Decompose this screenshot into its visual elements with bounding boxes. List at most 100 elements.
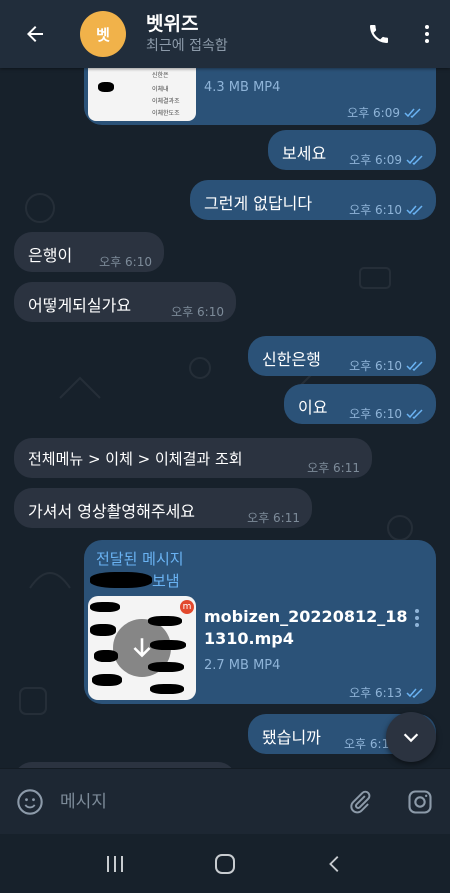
avatar-letter: 벳 [96,25,110,44]
app-logo-icon: m [180,600,194,614]
message-time: 오후 6:11 [307,459,360,476]
home-icon [215,853,235,874]
message-text: 이요 [298,398,328,417]
message-time: 오후 6:13 [349,684,424,701]
chevron-down-icon [403,733,419,743]
message-bubble-incoming[interactable]: 전체메뉴 > 이체 > 이체결과 조회 오후 6:11 [14,438,372,478]
system-back-button[interactable] [305,834,365,893]
redaction-mark [90,624,116,636]
recent-apps-icon [107,855,123,872]
message-bubble-incoming[interactable]: 은행이 오후 6:10 [14,232,164,272]
message-input-bar [0,768,450,834]
instagram-camera-icon [408,789,432,814]
redaction-mark [90,572,152,588]
thumb-label: 이체한도조 [152,110,180,117]
time-text: 오후 6:10 [349,203,402,217]
more-menu-button[interactable] [404,0,450,68]
message-bubble-incoming[interactable]: 어떻게되실가요 오후 6:10 [14,282,236,322]
download-button[interactable] [113,619,171,677]
chevron-left-icon [329,855,339,872]
scroll-down-button[interactable] [386,712,436,762]
video-thumbnail[interactable]: m [88,596,196,700]
time-text: 오후 6:1 [344,737,390,751]
camera-button[interactable] [390,769,450,835]
redaction-mark [90,602,120,612]
back-arrow-icon [27,26,43,42]
double-check-icon [406,204,423,215]
home-button[interactable] [195,834,255,893]
redaction-mark [92,674,122,686]
forwarded-from: 보냄 [152,572,180,590]
message-text: 어떻게되실가요 [28,296,132,315]
time-text: 오후 6:10 [99,255,152,269]
message-bubble-outgoing[interactable]: 보세요 오후 6:09 [268,130,436,170]
file-name: mobizen_20220812_18 1310.mp4 [204,606,407,650]
double-check-icon [404,107,421,118]
message-time: 오후 6:10 [99,253,152,270]
message-time: 오후 6:09 [349,151,424,168]
last-seen-status: 최근에 접속함 [146,38,228,54]
video-thumbnail[interactable]: 신한은 이체내 이체결과조 이체한도조 [88,68,196,121]
time-text: 오후 6:10 [349,407,402,421]
file-name-line: mobizen_20220812_18 [204,607,408,626]
message-text: 전체메뉴 > 이체 > 이체결과 조회 [28,450,243,468]
chat-title: 벳위즈 [146,13,199,35]
time-text: 오후 6:10 [171,305,224,319]
avatar[interactable]: 벳 [80,11,126,57]
double-check-icon [406,154,423,165]
message-list[interactable]: 신한은 이체내 이체결과조 이체한도조 4.3 MB MP4 오후 6:09 보… [0,68,450,768]
message-text: 그런게 없답니다 [204,194,313,213]
message-time: 오후 6:09 [347,104,422,121]
file-name-line: 1310.mp4 [204,629,294,648]
smiley-icon [17,788,43,815]
back-button[interactable] [0,0,70,68]
message-time: 오후 6:10 [349,405,424,422]
message-input[interactable] [60,791,330,812]
file-size: 4.3 MB MP4 [204,80,281,95]
message-text: 신한은행 [262,350,321,369]
message-bubble-forwarded-file[interactable]: 전달된 메시지 보냄 m mobizen_20220812_18 1310.mp… [84,540,436,704]
message-bubble-outgoing[interactable]: 신한은행 오후 6:10 [248,336,436,376]
message-text: 보세요 [282,144,327,163]
time-text: 오후 6:11 [247,511,300,525]
message-time: 오후 6:10 [349,357,424,374]
message-time: 오후 6:1 [344,735,389,752]
message-time: 오후 6:10 [171,303,224,320]
file-size: 2.7 MB MP4 [204,658,281,673]
double-check-icon [406,360,423,371]
chat-title-block[interactable]: 벳위즈 최근에 접속함 [146,12,354,56]
more-vertical-icon [425,25,429,43]
message-bubble-outgoing[interactable]: 그런게 없답니다 오후 6:10 [190,180,436,220]
attach-button[interactable] [330,769,390,835]
system-navigation-bar [0,834,450,893]
message-text: 됐습니까 [262,728,321,747]
thumb-label: 신한은 [152,72,169,79]
message-text: 가셔서 영상촬영해주세요 [28,502,196,521]
redaction-mark [98,82,114,92]
message-bubble-file[interactable]: 신한은 이체내 이체결과조 이체한도조 4.3 MB MP4 오후 6:09 [84,68,436,125]
time-text: 오후 6:10 [349,359,402,373]
phone-icon [370,25,388,43]
time-text: 오후 6:09 [347,106,400,120]
time-text: 오후 6:09 [349,153,402,167]
paperclip-icon [350,790,371,813]
message-bubble-incoming[interactable]: 가셔서 영상촬영해주세요 오후 6:11 [14,488,312,528]
message-time: 오후 6:10 [349,201,424,218]
time-text: 오후 6:13 [349,686,402,700]
time-text: 오후 6:11 [307,461,360,475]
message-time: 오후 6:11 [247,509,300,526]
thumb-label: 이체결과조 [152,98,180,105]
message-text: 은행이 [28,246,73,265]
thumb-label: 이체내 [152,86,169,93]
call-button[interactable] [354,0,404,68]
download-arrow-icon [133,638,151,658]
emoji-button[interactable] [0,769,60,835]
file-options-icon[interactable] [414,608,420,628]
recent-apps-button[interactable] [85,834,145,893]
double-check-icon [406,687,423,698]
chat-header: 벳 벳위즈 최근에 접속함 [0,0,450,68]
redaction-mark [150,684,184,694]
double-check-icon [406,408,423,419]
forwarded-label: 전달된 메시지 [96,550,184,568]
message-bubble-outgoing[interactable]: 이요 오후 6:10 [284,384,436,424]
